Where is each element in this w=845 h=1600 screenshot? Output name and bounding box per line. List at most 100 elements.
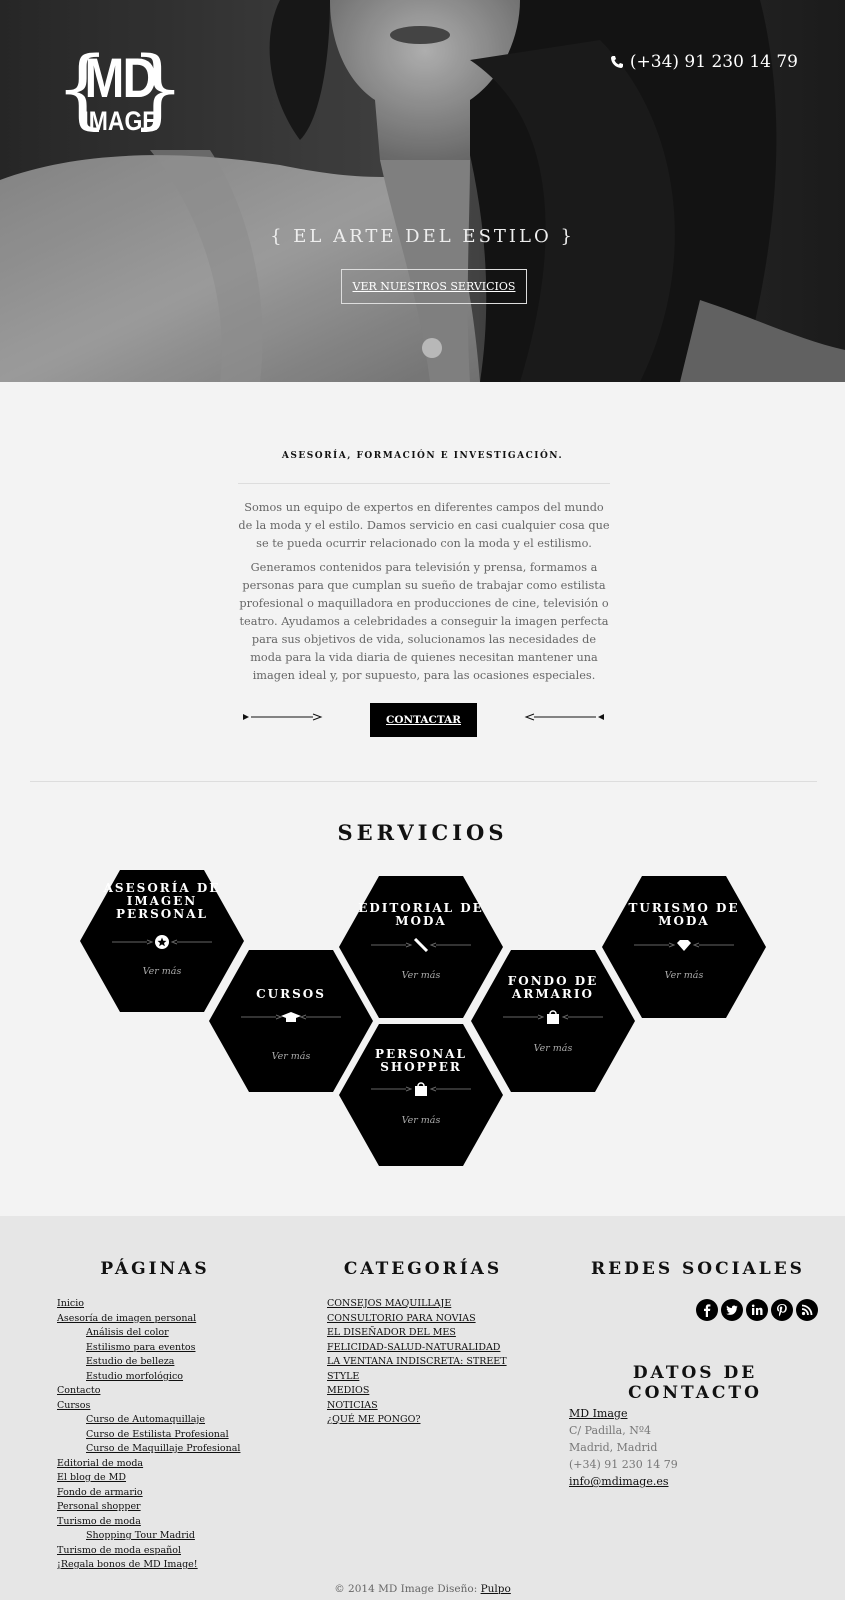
star-badge-icon [112,935,212,949]
contact-heading: DATOS DE CONTACTO [628,1363,762,1403]
page-link[interactable]: Estudio morfológico [86,1371,183,1382]
copyright-text: © 2014 MD Image Diseño: [334,1583,478,1595]
page-link[interactable]: Turismo de moda español [57,1545,181,1556]
view-services-button[interactable]: VER NUESTROS SERVICIOS [341,269,527,304]
hero-banner: { MD IMAGE } (+34) 91 230 14 79 { EL ART… [0,0,845,382]
diamond-icon [634,940,734,951]
categories-list-item: EL DISEÑADOR DEL MES [327,1326,527,1341]
linkedin-icon[interactable] [746,1299,768,1321]
pages-list-item: Estilismo para eventos [57,1341,240,1356]
phone-icon [610,56,623,68]
page-link[interactable]: Estilismo para eventos [86,1342,195,1353]
category-link[interactable]: MEDIOS [327,1385,369,1396]
pages-heading: PÁGINAS [100,1259,210,1279]
pages-list-item: Curso de Maquillaje Profesional [57,1442,240,1457]
intro-paragraph-1: Somos un equipo de expertos en diferente… [238,501,610,550]
service-turismo-moda[interactable]: TURISMO DE MODA Ver más [600,874,768,1020]
page-link[interactable]: Asesoría de imagen personal [57,1313,196,1324]
contact-email[interactable]: info@mdimage.es [569,1473,678,1490]
hero-tagline: { EL ARTE DEL ESTILO } [270,226,575,247]
service-title: EDITORIAL DE MODA [358,901,484,928]
social-heading: REDES SOCIALES [591,1259,805,1279]
pinterest-icon[interactable] [771,1299,793,1321]
page-link[interactable]: Turismo de moda [57,1516,141,1527]
contact-name[interactable]: MD Image [569,1405,678,1422]
categories-list-item: LA VENTANA INDISCRETA: STREET STYLE [327,1355,527,1384]
pages-list-item: Asesoría de imagen personal [57,1312,240,1327]
categories-list-item: ¿QUÉ ME PONGO? [327,1413,527,1428]
pages-list-item: Fondo de armario [57,1486,240,1501]
page-link[interactable]: El blog de MD [57,1472,126,1483]
shopping-bag-icon [503,1010,603,1024]
pages-list-item: Turismo de moda español [57,1544,240,1559]
pages-list-item: Estudio de belleza [57,1355,240,1370]
intro-paragraph-2: Generamos contenidos para televisión y p… [239,561,609,682]
pages-list-item: Inicio [57,1297,240,1312]
category-link[interactable]: EL DISEÑADOR DEL MES [327,1327,456,1338]
page-link[interactable]: Curso de Maquillaje Profesional [86,1443,240,1454]
pen-icon [371,938,471,952]
page-link[interactable]: Análisis del color [86,1327,169,1338]
page-link[interactable]: ¡Regala bonos de MD Image! [57,1559,198,1570]
categories-list-item: NOTICIAS [327,1399,527,1414]
contact-phone: (+34) 91 230 14 79 [569,1458,678,1471]
category-link[interactable]: CONSULTORIO PARA NOVIAS [327,1313,476,1324]
twitter-icon[interactable] [721,1299,743,1321]
rss-icon[interactable] [796,1299,818,1321]
social-icons [696,1299,818,1321]
section-divider [30,781,817,782]
pages-list-item: Editorial de moda [57,1457,240,1472]
intro-divider [238,483,610,484]
categories-list-item: MEDIOS [327,1384,527,1399]
category-link[interactable]: NOTICIAS [327,1400,378,1411]
pages-list-item: Curso de Estilista Profesional [57,1428,240,1443]
pages-list: Inicio Asesoría de imagen personal Análisi… [57,1297,240,1573]
page-link[interactable]: Estudio de belleza [86,1356,174,1367]
pages-list-item: Cursos [57,1399,240,1414]
page-link[interactable]: Contacto [57,1385,100,1396]
categories-heading: CATEGORÍAS [343,1259,503,1279]
pages-list-item: ¡Regala bonos de MD Image! [57,1558,240,1573]
pages-list-item: Estudio morfológico [57,1370,240,1385]
contact-details: MD Image C/ Padilla, Nº4 Madrid, Madrid … [569,1405,678,1490]
facebook-icon[interactable] [696,1299,718,1321]
categories-list-item: CONSULTORIO PARA NOVIAS [327,1312,527,1327]
graduation-cap-icon [241,1012,341,1022]
category-link[interactable]: CONSEJOS MAQUILLAJE [327,1298,451,1309]
pages-list-item: Curso de Automaquillaje [57,1413,240,1428]
logo-brace-right: } [130,39,185,139]
contact-city: Madrid, Madrid [569,1441,658,1454]
page-link[interactable]: Inicio [57,1298,84,1309]
contact-button[interactable]: CONTACTAR [370,703,477,737]
category-link[interactable]: FELICIDAD-SALUD-NATURALIDAD [327,1342,500,1353]
copyright-line: © 2014 MD Image Diseño: Pulpo [0,1583,845,1595]
page-link[interactable]: Editorial de moda [57,1458,143,1469]
categories-list-item: CONSEJOS MAQUILLAJE [327,1297,527,1312]
intro-heading: ASESORÍA, FORMACIÓN E INVESTIGACIÓN. [281,451,564,461]
pages-list-item: Personal shopper [57,1500,240,1515]
pages-list-item: Shopping Tour Madrid [57,1529,240,1544]
page-link[interactable]: Shopping Tour Madrid [86,1530,195,1541]
shopping-bag-icon [371,1082,471,1096]
see-more-link[interactable]: Ver más [600,970,768,981]
page-link[interactable]: Curso de Estilista Profesional [86,1429,229,1440]
phone-number: (+34) 91 230 14 79 [629,52,798,72]
categories-list-item: FELICIDAD-SALUD-NATURALIDAD [327,1341,527,1356]
page-link[interactable]: Cursos [57,1400,90,1411]
pages-list-item: Contacto [57,1384,240,1399]
services-heading: SERVICIOS [337,820,508,845]
categories-list: CONSEJOS MAQUILLAJE CONSULTORIO PARA NOVI… [327,1297,527,1428]
category-link[interactable]: ¿QUÉ ME PONGO? [327,1414,421,1425]
site-logo[interactable]: { MD IMAGE } [55,46,185,141]
arrow-right-decoration [243,713,323,721]
header-phone[interactable]: (+34) 91 230 14 79 [610,52,798,72]
category-link[interactable]: LA VENTANA INDISCRETA: STREET STYLE [327,1356,507,1382]
see-more-link[interactable]: Ver más [469,1043,637,1054]
designer-credit-link[interactable]: Pulpo [481,1583,511,1595]
contact-street: C/ Padilla, Nº4 [569,1424,652,1437]
page-link[interactable]: Fondo de armario [57,1487,143,1498]
page-link[interactable]: Personal shopper [57,1501,141,1512]
see-more-link[interactable]: Ver más [337,1115,505,1126]
arrow-left-decoration [524,713,604,721]
page-link[interactable]: Curso de Automaquillaje [86,1414,205,1425]
